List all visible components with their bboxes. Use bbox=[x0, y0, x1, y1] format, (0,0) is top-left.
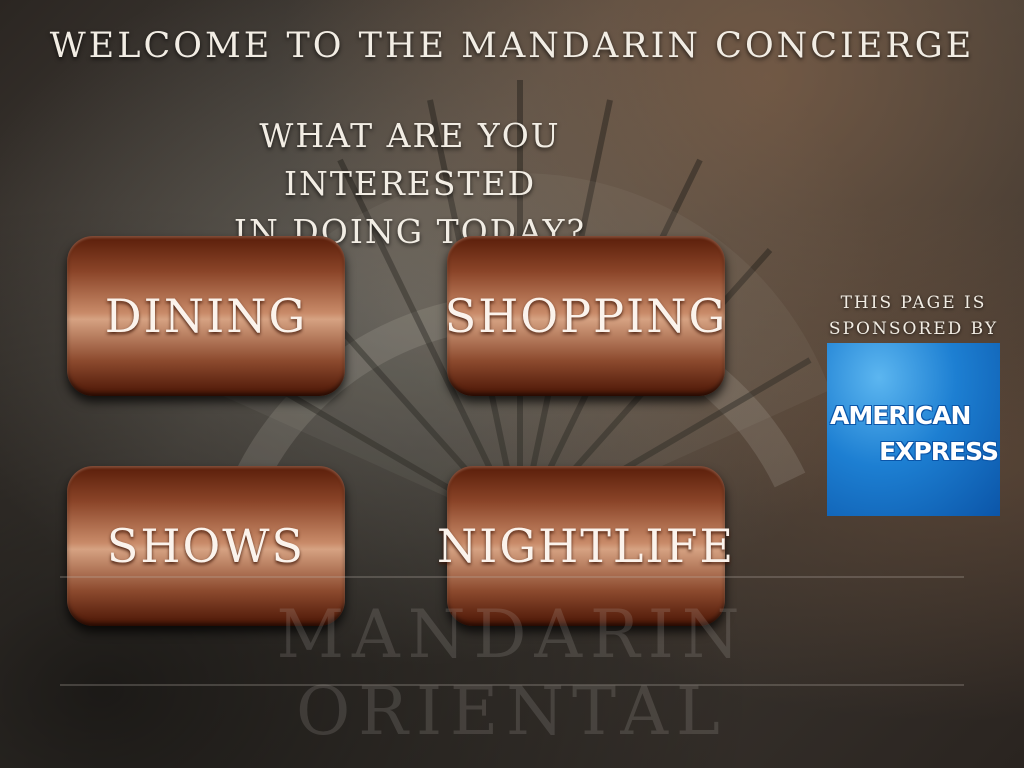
watermark-top-rule bbox=[60, 576, 964, 578]
american-express-logo[interactable]: AMERICAN EXPRESS bbox=[827, 343, 1000, 516]
sponsor-caption-line1: This page is bbox=[840, 293, 987, 313]
watermark-text: MANDARIN ORIENTAL bbox=[276, 596, 748, 750]
prompt-question: What are you interested in doing today? bbox=[130, 112, 690, 256]
prompt-question-line1: What are you interested bbox=[259, 116, 561, 203]
page-title: Welcome to the Mandarin Concierge bbox=[49, 26, 975, 66]
amex-logo-line2: EXPRESS bbox=[879, 437, 999, 466]
watermark-bottom-rule bbox=[60, 684, 964, 686]
sponsor-caption-line2: sponsored by bbox=[828, 319, 999, 339]
dining-button-label: Dining bbox=[104, 289, 308, 343]
mandarin-oriental-watermark: MANDARIN ORIENTAL bbox=[60, 574, 964, 750]
shopping-button-label: Shopping bbox=[444, 289, 728, 343]
shows-button-label: Shows bbox=[106, 519, 306, 573]
dining-button[interactable]: Dining bbox=[67, 236, 345, 396]
sponsor-caption: This page is sponsored by bbox=[826, 290, 1001, 342]
amex-logo-line1: AMERICAN bbox=[830, 401, 971, 430]
shopping-button[interactable]: Shopping bbox=[444, 236, 728, 396]
nightlife-button-label: Nightlife bbox=[436, 519, 736, 573]
